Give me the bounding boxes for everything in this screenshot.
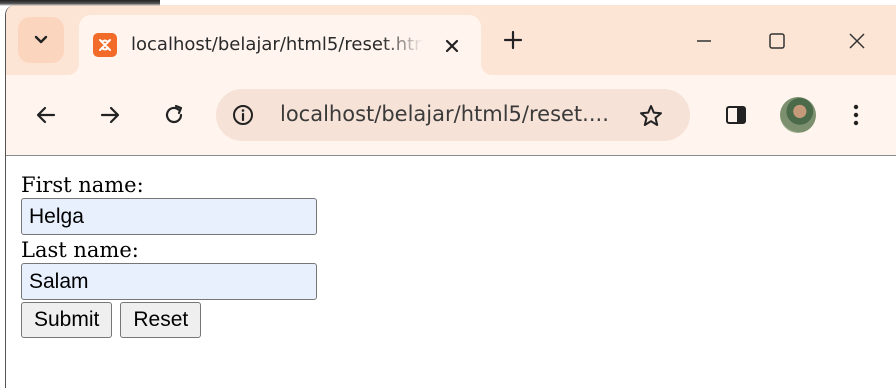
more-vertical-icon xyxy=(853,104,859,126)
forward-button[interactable] xyxy=(92,97,128,133)
site-info-button[interactable] xyxy=(230,102,256,128)
new-tab-button[interactable] xyxy=(498,25,528,55)
tab-title: localhost/belajar/html5/reset.html xyxy=(131,34,423,55)
side-panel-button[interactable] xyxy=(718,97,754,133)
close-icon xyxy=(445,39,459,53)
tab-active[interactable]: localhost/belajar/html5/reset.html xyxy=(67,15,493,75)
plus-icon xyxy=(503,30,523,50)
close-icon xyxy=(849,33,865,49)
minimize-button[interactable] xyxy=(686,23,722,59)
maximize-button[interactable] xyxy=(759,23,795,59)
page-content: First name: Helga Last name: Salam Submi… xyxy=(21,172,317,338)
maximize-icon xyxy=(769,33,785,49)
reset-button[interactable]: Reset xyxy=(120,302,202,338)
menu-button[interactable] xyxy=(838,97,874,133)
form-buttons: Submit Reset xyxy=(21,302,317,338)
close-window-button[interactable] xyxy=(839,23,875,59)
side-panel-icon xyxy=(726,106,746,124)
close-tab-button[interactable] xyxy=(439,33,465,59)
bookmark-button[interactable] xyxy=(636,101,666,131)
toolbar: localhost/belajar/html5/reset.... xyxy=(6,75,896,156)
last-name-label: Last name: xyxy=(21,238,139,262)
tab-search-button[interactable] xyxy=(18,17,64,63)
minimize-icon xyxy=(697,40,711,42)
xampp-favicon-icon xyxy=(93,33,117,57)
profile-avatar[interactable] xyxy=(780,97,816,133)
last-name-input[interactable]: Salam xyxy=(21,263,317,300)
arrow-right-icon xyxy=(100,106,120,124)
back-button[interactable] xyxy=(28,97,64,133)
info-icon xyxy=(233,105,253,125)
address-bar[interactable]: localhost/belajar/html5/reset.... xyxy=(216,89,690,141)
window-shadow xyxy=(0,0,160,6)
star-icon xyxy=(640,105,662,126)
browser-window: localhost/belajar/html5/reset.html local… xyxy=(5,5,896,388)
submit-button[interactable]: Submit xyxy=(21,302,113,338)
reload-button[interactable] xyxy=(156,97,192,133)
url-text[interactable]: localhost/belajar/html5/reset.... xyxy=(280,102,620,126)
reload-icon xyxy=(165,104,183,124)
tab-strip: localhost/belajar/html5/reset.html xyxy=(6,5,896,75)
arrow-left-icon xyxy=(36,106,56,124)
first-name-input[interactable]: Helga xyxy=(21,198,317,235)
first-name-label: First name: xyxy=(21,173,144,197)
chevron-down-icon xyxy=(34,35,48,44)
